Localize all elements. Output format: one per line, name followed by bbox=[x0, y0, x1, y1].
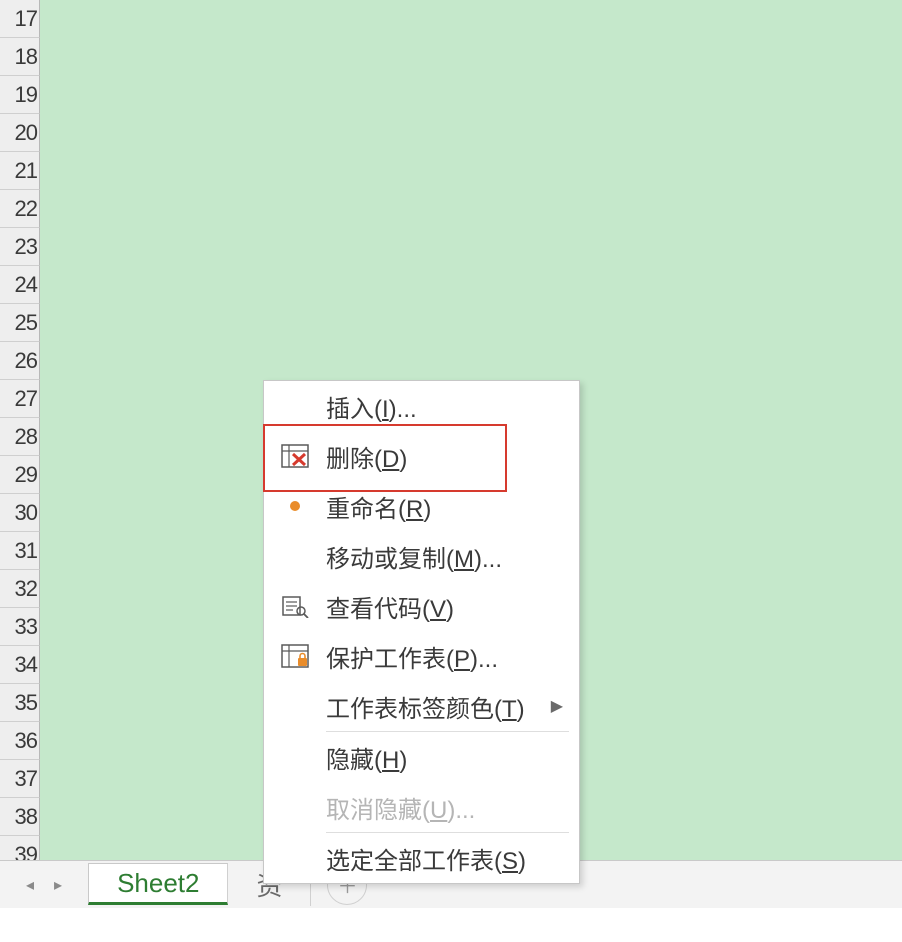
row-header[interactable]: 34 bbox=[0, 646, 40, 684]
menu-view-code[interactable]: 查看代码(V) bbox=[264, 581, 579, 631]
menu-view-code-label: 查看代码(V) bbox=[326, 589, 569, 624]
row-header[interactable]: 22 bbox=[0, 190, 40, 228]
row-header[interactable]: 29 bbox=[0, 456, 40, 494]
delete-sheet-icon bbox=[264, 444, 326, 468]
row-header[interactable]: 23 bbox=[0, 228, 40, 266]
menu-hide-label: 隐藏(H) bbox=[326, 740, 569, 775]
row-header[interactable]: 27 bbox=[0, 380, 40, 418]
menu-select-all-sheets[interactable]: 选定全部工作表(S) bbox=[264, 833, 579, 883]
menu-protect-sheet[interactable]: 保护工作表(P)... bbox=[264, 631, 579, 681]
row-header[interactable]: 33 bbox=[0, 608, 40, 646]
status-bar bbox=[0, 908, 902, 942]
row-header-column: 1718192021222324252627282930313233343536… bbox=[0, 0, 40, 860]
menu-move-or-copy[interactable]: 移动或复制(M)... bbox=[264, 531, 579, 581]
menu-rename[interactable]: 重命名(R) bbox=[264, 481, 579, 531]
row-header[interactable]: 17 bbox=[0, 0, 40, 38]
tab-prev-icon[interactable]: ◂ bbox=[26, 875, 34, 895]
row-header[interactable]: 20 bbox=[0, 114, 40, 152]
view-code-icon bbox=[264, 594, 326, 618]
rename-dot-icon bbox=[264, 501, 326, 511]
tab-nav-arrows: ◂ ▸ bbox=[0, 875, 88, 895]
row-header[interactable]: 31 bbox=[0, 532, 40, 570]
menu-unhide: 取消隐藏(U)... bbox=[264, 782, 579, 832]
row-header[interactable]: 25 bbox=[0, 304, 40, 342]
menu-delete[interactable]: 删除(D) bbox=[264, 431, 579, 481]
submenu-arrow-icon: ▶ bbox=[551, 696, 569, 716]
menu-hide[interactable]: 隐藏(H) bbox=[264, 732, 579, 782]
menu-unhide-label: 取消隐藏(U)... bbox=[326, 790, 569, 825]
row-header[interactable]: 19 bbox=[0, 76, 40, 114]
sheet-tab-active[interactable]: Sheet2 bbox=[88, 863, 228, 905]
row-header[interactable]: 21 bbox=[0, 152, 40, 190]
menu-tab-color[interactable]: 工作表标签颜色(T) ▶ bbox=[264, 681, 579, 731]
row-header[interactable]: 28 bbox=[0, 418, 40, 456]
sheet-context-menu: 插入(I)... 删除(D) 重命名(R) 移动或复制(M)... bbox=[263, 380, 580, 884]
menu-select-all-label: 选定全部工作表(S) bbox=[326, 841, 569, 876]
row-header[interactable]: 37 bbox=[0, 760, 40, 798]
menu-protect-label: 保护工作表(P)... bbox=[326, 639, 569, 674]
row-header[interactable]: 30 bbox=[0, 494, 40, 532]
menu-insert[interactable]: 插入(I)... bbox=[264, 381, 579, 431]
row-header[interactable]: 26 bbox=[0, 342, 40, 380]
menu-move-label: 移动或复制(M)... bbox=[326, 539, 569, 574]
row-header[interactable]: 36 bbox=[0, 722, 40, 760]
row-header[interactable]: 38 bbox=[0, 798, 40, 836]
row-header[interactable]: 18 bbox=[0, 38, 40, 76]
sheet-tab-label: Sheet2 bbox=[117, 868, 199, 899]
menu-delete-label: 删除(D) bbox=[326, 439, 569, 474]
menu-tab-color-label: 工作表标签颜色(T) bbox=[326, 689, 551, 724]
protect-sheet-icon bbox=[264, 644, 326, 668]
menu-rename-label: 重命名(R) bbox=[326, 489, 569, 524]
row-header[interactable]: 24 bbox=[0, 266, 40, 304]
row-header[interactable]: 32 bbox=[0, 570, 40, 608]
row-header[interactable]: 35 bbox=[0, 684, 40, 722]
tab-next-icon[interactable]: ▸ bbox=[54, 875, 62, 895]
menu-insert-label: 插入(I)... bbox=[326, 389, 569, 424]
